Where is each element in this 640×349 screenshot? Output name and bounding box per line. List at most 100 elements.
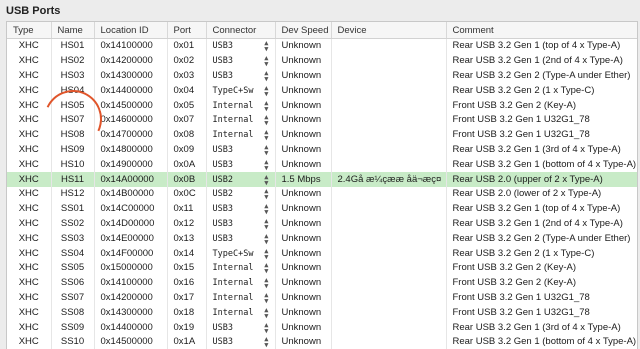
comment-cell[interactable]: Front USB 3.2 Gen 1 U32G1_78: [446, 305, 637, 320]
table-row[interactable]: XHC SS01 0x14C00000 0x11 USB3 ▲ ▼ Unknown Rear U…: [7, 201, 637, 217]
connector-select[interactable]: TypeC+Sw ▲ ▼: [206, 83, 276, 99]
stepper-arrows-icon[interactable]: ▲ ▼: [264, 114, 268, 127]
comment-cell[interactable]: Rear USB 2.0 (lower of 2 x Type-A): [446, 187, 637, 202]
comment-cell[interactable]: Rear USB 3.2 Gen 1 (3rd of 4 x Type-A): [446, 143, 637, 158]
stepper-arrows-icon[interactable]: ▲ ▼: [264, 203, 268, 216]
comment-cell[interactable]: Rear USB 3.2 Gen 1 (3rd of 4 x Type-A): [446, 320, 637, 335]
type-cell: XHC: [7, 83, 52, 99]
comment-cell[interactable]: Front USB 3.2 Gen 2 (Key-A): [446, 98, 637, 113]
col-header-connector[interactable]: Connector: [206, 22, 276, 39]
table-row[interactable]: XHC SS04 0x14F00000 0x14 TypeC+Sw ▲ ▼ Unknown Re…: [7, 246, 637, 261]
table-row[interactable]: XHC HS03 0x14300000 0x03 USB3 ▲ ▼ Unknown Rear U…: [7, 68, 637, 84]
connector-select[interactable]: USB3 ▲ ▼: [206, 68, 276, 84]
col-header-name[interactable]: Name: [51, 22, 95, 39]
connector-select[interactable]: USB3 ▲ ▼: [206, 201, 276, 217]
table-row[interactable]: XHC SS02 0x14D00000 0x12 USB3 ▲ ▼ Unknown Rear U…: [7, 216, 637, 232]
name-cell: SS02: [51, 216, 95, 232]
table-row[interactable]: XHC SS06 0x14100000 0x16 Internal ▲ ▼ Unknown Fr…: [7, 275, 637, 291]
table-row[interactable]: XHC HS08 0x14700000 0x08 Internal ▲ ▼ Unknown Fr…: [7, 127, 637, 143]
stepper-arrows-icon[interactable]: ▲ ▼: [264, 217, 268, 230]
table-row[interactable]: XHC HS10 0x14900000 0x0A USB3 ▲ ▼ Unknown Rear U…: [7, 157, 637, 173]
comment-cell[interactable]: Rear USB 3.2 Gen 2 (1 x Type-C): [446, 246, 637, 261]
connector-select[interactable]: Internal ▲ ▼: [206, 112, 276, 128]
stepper-arrows-icon[interactable]: ▲ ▼: [264, 306, 268, 319]
stepper-arrows-icon[interactable]: ▲ ▼: [264, 247, 268, 260]
connector-select[interactable]: Internal ▲ ▼: [206, 290, 276, 306]
connector-select[interactable]: USB3 ▲ ▼: [206, 320, 276, 335]
table-row[interactable]: XHC HS09 0x14800000 0x09 USB3 ▲ ▼ Unknown Rear U…: [7, 142, 637, 158]
connector-select[interactable]: USB2 ▲ ▼: [206, 172, 276, 187]
connector-select[interactable]: Internal ▲ ▼: [206, 275, 276, 291]
comment-cell[interactable]: Rear USB 3.2 Gen 2 (Type-A under Ether): [446, 231, 637, 246]
connector-select[interactable]: USB2 ▲ ▼: [206, 186, 276, 202]
stepper-arrows-icon[interactable]: ▲ ▼: [264, 173, 268, 186]
comment-cell[interactable]: Front USB 3.2 Gen 1 U32G1_78: [446, 113, 637, 128]
device-cell: [331, 201, 447, 217]
stepper-arrows-icon[interactable]: ▲ ▼: [264, 277, 268, 290]
table-row[interactable]: XHC HS01 0x14100000 0x01 USB3 ▲ ▼ Unknown Rear U…: [7, 38, 637, 54]
comment-cell[interactable]: Front USB 3.2 Gen 2 (Key-A): [446, 261, 637, 276]
table-row[interactable]: XHC SS09 0x14400000 0x19 USB3 ▲ ▼ Unknown Rear U…: [7, 320, 637, 335]
comment-cell[interactable]: Rear USB 3.2 Gen 1 (top of 4 x Type-A): [446, 39, 637, 54]
stepper-arrows-icon[interactable]: ▲ ▼: [264, 55, 268, 68]
stepper-arrows-icon[interactable]: ▲ ▼: [264, 69, 268, 82]
dev-speed-cell: Unknown: [275, 246, 332, 261]
comment-cell[interactable]: Front USB 3.2 Gen 1 U32G1_78: [446, 291, 637, 306]
connector-select[interactable]: USB3 ▲ ▼: [206, 334, 276, 349]
table-row[interactable]: XHC HS02 0x14200000 0x02 USB3 ▲ ▼ Unknown Rear U…: [7, 53, 637, 69]
stepper-arrows-icon[interactable]: ▲ ▼: [264, 336, 268, 349]
connector-select[interactable]: USB3 ▲ ▼: [206, 216, 276, 232]
port-cell: 0x19: [167, 320, 207, 335]
type-cell: XHC: [7, 142, 52, 158]
comment-cell[interactable]: Rear USB 3.2 Gen 2 (Type-A under Ether): [446, 69, 637, 84]
table-row[interactable]: XHC HS05 0x14500000 0x05 Internal ▲ ▼ Unknown Fr…: [7, 98, 637, 113]
connector-select[interactable]: Internal ▲ ▼: [206, 260, 276, 276]
connector-select[interactable]: Internal ▲ ▼: [206, 127, 276, 143]
col-header-comment[interactable]: Comment: [446, 22, 637, 39]
comment-cell[interactable]: Front USB 3.2 Gen 1 U32G1_78: [446, 128, 637, 143]
table-row[interactable]: XHC HS04 0x14400000 0x04 TypeC+Sw ▲ ▼ Unknown Re…: [7, 83, 637, 99]
table-row[interactable]: XHC SS03 0x14E00000 0x13 USB3 ▲ ▼ Unknown Rear U…: [7, 231, 637, 247]
dev-speed-cell: Unknown: [275, 305, 332, 321]
col-header-port[interactable]: Port: [167, 22, 207, 39]
comment-cell[interactable]: Front USB 3.2 Gen 2 (Key-A): [446, 276, 637, 291]
stepper-arrows-icon[interactable]: ▲ ▼: [264, 99, 268, 112]
stepper-arrows-icon[interactable]: ▲ ▼: [264, 158, 268, 171]
connector-select[interactable]: USB3 ▲ ▼: [206, 142, 276, 158]
table-row[interactable]: XHC SS08 0x14300000 0x18 Internal ▲ ▼ Unknown Fr…: [7, 305, 637, 321]
comment-cell[interactable]: Rear USB 2.0 (upper of 2 x Type-A): [446, 172, 637, 187]
table-row[interactable]: XHC SS07 0x14200000 0x17 Internal ▲ ▼ Unknown Fr…: [7, 290, 637, 306]
col-header-type[interactable]: Type: [7, 22, 52, 39]
col-header-device[interactable]: Device: [331, 22, 447, 39]
stepper-arrows-icon[interactable]: ▲ ▼: [264, 40, 268, 53]
type-cell: XHC: [7, 320, 52, 335]
table-row[interactable]: XHC SS10 0x14500000 0x1A USB3 ▲ ▼ Unknown Rear U…: [7, 334, 637, 349]
col-header-dev-speed[interactable]: Dev Speed: [275, 22, 332, 39]
comment-cell[interactable]: Rear USB 3.2 Gen 1 (2nd of 4 x Type-A): [446, 54, 637, 69]
table-row[interactable]: XHC HS12 0x14B00000 0x0C USB2 ▲ ▼ Unknown Rear U…: [7, 186, 637, 202]
stepper-arrows-icon[interactable]: ▲ ▼: [264, 129, 268, 142]
table-row[interactable]: XHC SS05 0x15000000 0x15 Internal ▲ ▼ Unknown Fr…: [7, 260, 637, 276]
connector-select[interactable]: Internal ▲ ▼: [206, 98, 276, 113]
comment-cell[interactable]: Rear USB 3.2 Gen 2 (1 x Type-C): [446, 83, 637, 98]
col-header-location-id[interactable]: Location ID: [94, 22, 168, 39]
comment-cell[interactable]: Rear USB 3.2 Gen 1 (bottom of 4 x Type-A…: [446, 335, 637, 349]
connector-select[interactable]: USB3 ▲ ▼: [206, 231, 276, 247]
connector-select[interactable]: TypeC+Sw ▲ ▼: [206, 246, 276, 261]
usb-ports-table[interactable]: Type Name Location ID Port Connector Dev…: [6, 21, 638, 349]
comment-cell[interactable]: Rear USB 3.2 Gen 1 (2nd of 4 x Type-A): [446, 217, 637, 232]
connector-select[interactable]: USB3 ▲ ▼: [206, 157, 276, 173]
comment-cell[interactable]: Rear USB 3.2 Gen 1 (bottom of 4 x Type-A…: [446, 157, 637, 172]
comment-cell[interactable]: Rear USB 3.2 Gen 1 (top of 4 x Type-A): [446, 202, 637, 217]
stepper-arrows-icon[interactable]: ▲ ▼: [264, 291, 268, 304]
connector-select[interactable]: USB3 ▲ ▼: [206, 38, 276, 54]
stepper-arrows-icon[interactable]: ▲ ▼: [264, 188, 268, 201]
table-row[interactable]: XHC HS11 0x14A00000 0x0B USB2 ▲ ▼ 1.5 Mbps 2.4Gå…: [7, 172, 637, 187]
stepper-arrows-icon[interactable]: ▲ ▼: [264, 262, 268, 275]
stepper-arrows-icon[interactable]: ▲ ▼: [264, 84, 268, 97]
stepper-arrows-icon[interactable]: ▲ ▼: [264, 232, 268, 245]
connector-select[interactable]: Internal ▲ ▼: [206, 305, 276, 321]
stepper-arrows-icon[interactable]: ▲ ▼: [264, 321, 268, 334]
connector-select[interactable]: USB3 ▲ ▼: [206, 53, 276, 69]
stepper-arrows-icon[interactable]: ▲ ▼: [264, 143, 268, 156]
